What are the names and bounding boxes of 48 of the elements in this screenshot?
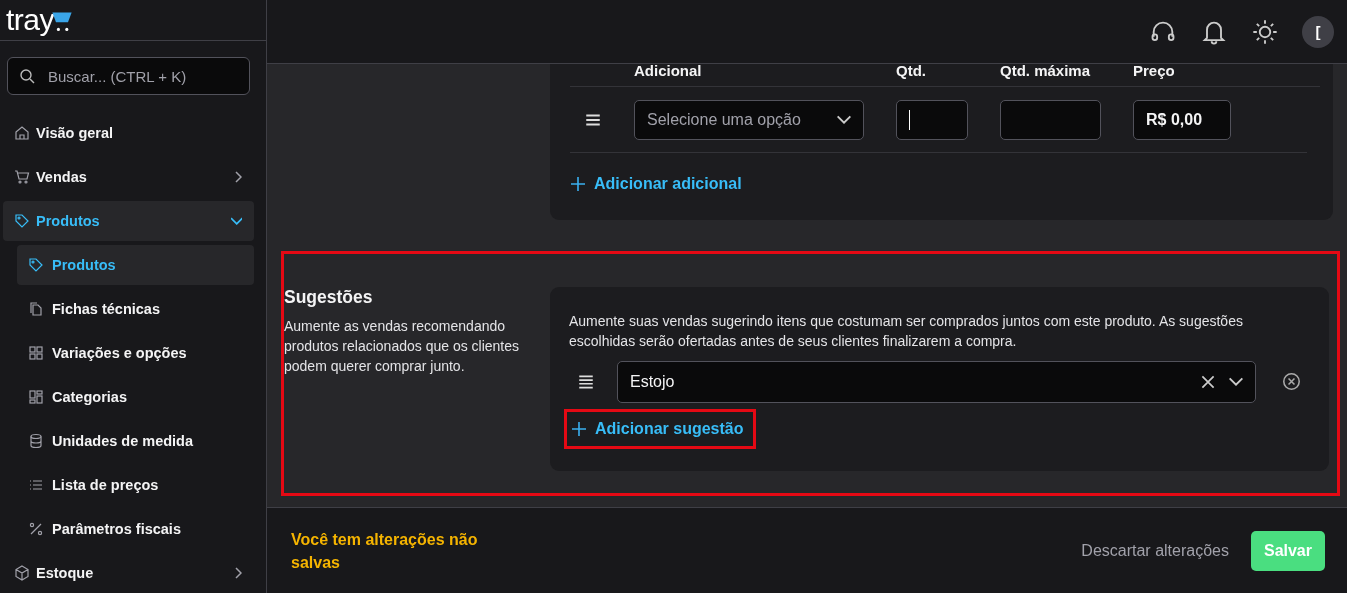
- house-icon: [14, 125, 30, 141]
- max-quantity-field[interactable]: [1000, 99, 1101, 140]
- tag-icon: [28, 257, 44, 273]
- nav-subitem[interactable]: Produtos: [17, 245, 254, 285]
- add-suggestion-button[interactable]: Adicionar sugestão: [564, 408, 757, 449]
- nav-subitem[interactable]: Parâmetros fiscais: [17, 509, 254, 549]
- cube-icon: [14, 565, 30, 581]
- plus-icon: [570, 176, 586, 192]
- layout-icon: [28, 389, 44, 405]
- nav-subitem[interactable]: Lista de preços: [17, 465, 254, 505]
- tag-icon: [14, 213, 30, 229]
- chevron-icon: [837, 115, 851, 124]
- remove-icon[interactable]: [1282, 372, 1301, 392]
- search-field[interactable]: Buscar... (CTRL + K): [7, 57, 250, 95]
- column-header: Qtd.: [896, 62, 927, 79]
- avatar[interactable]: [: [1302, 15, 1334, 48]
- sun-icon[interactable]: [1251, 17, 1279, 46]
- column-header: Preço: [1133, 62, 1176, 79]
- section-description: Aumente as vendas recomendando produtos relacionados que os clientes podem querer comprar junto.: [284, 316, 521, 376]
- nav-subitem[interactable]: Fichas técnicas: [17, 289, 254, 329]
- suggestions-intro: Aumente suas vendas sugerindo itens que costumam ser comprados juntos com este produto. As sugestões escolhidas serão ofertadas antes de seus clientes finalizarem a compra.: [569, 311, 1244, 351]
- chevron-icon: [1229, 377, 1243, 387]
- list-icon: [28, 477, 44, 493]
- price-field[interactable]: R$ 0,00: [1133, 99, 1231, 140]
- plus-icon: [571, 420, 587, 437]
- cart-icon: [14, 169, 30, 185]
- column-header: Qtd. máxima: [1000, 62, 1092, 79]
- column-header: Adicional: [634, 62, 703, 79]
- database-icon: [28, 433, 44, 449]
- grid-icon: [28, 345, 44, 361]
- select-field[interactable]: Estojo: [617, 360, 1256, 403]
- select-field[interactable]: Selecione uma opção: [634, 99, 864, 140]
- percent-icon: [28, 521, 44, 537]
- quantity-field[interactable]: [896, 99, 968, 140]
- section-title: Sugestões: [284, 286, 374, 308]
- nav-item[interactable]: Produtos: [3, 201, 254, 241]
- nav-subitem[interactable]: Unidades de medida: [17, 421, 254, 461]
- unsaved-message: Você tem alterações não salvas: [291, 529, 479, 573]
- logo[interactable]: tray: [6, 5, 74, 35]
- search-icon: [19, 68, 35, 84]
- add-additional-button[interactable]: Adicionar adicional: [570, 169, 746, 199]
- documents-icon: [28, 301, 44, 317]
- nav-subitem[interactable]: Variações e opções: [17, 333, 254, 373]
- nav-item[interactable]: Estoque: [3, 553, 254, 593]
- nav-subitem[interactable]: Categorias: [17, 377, 254, 417]
- nav-item[interactable]: Visão geral: [3, 113, 254, 153]
- discard-button[interactable]: Descartar alterações: [1075, 540, 1235, 561]
- nav-item[interactable]: Vendas: [3, 157, 254, 197]
